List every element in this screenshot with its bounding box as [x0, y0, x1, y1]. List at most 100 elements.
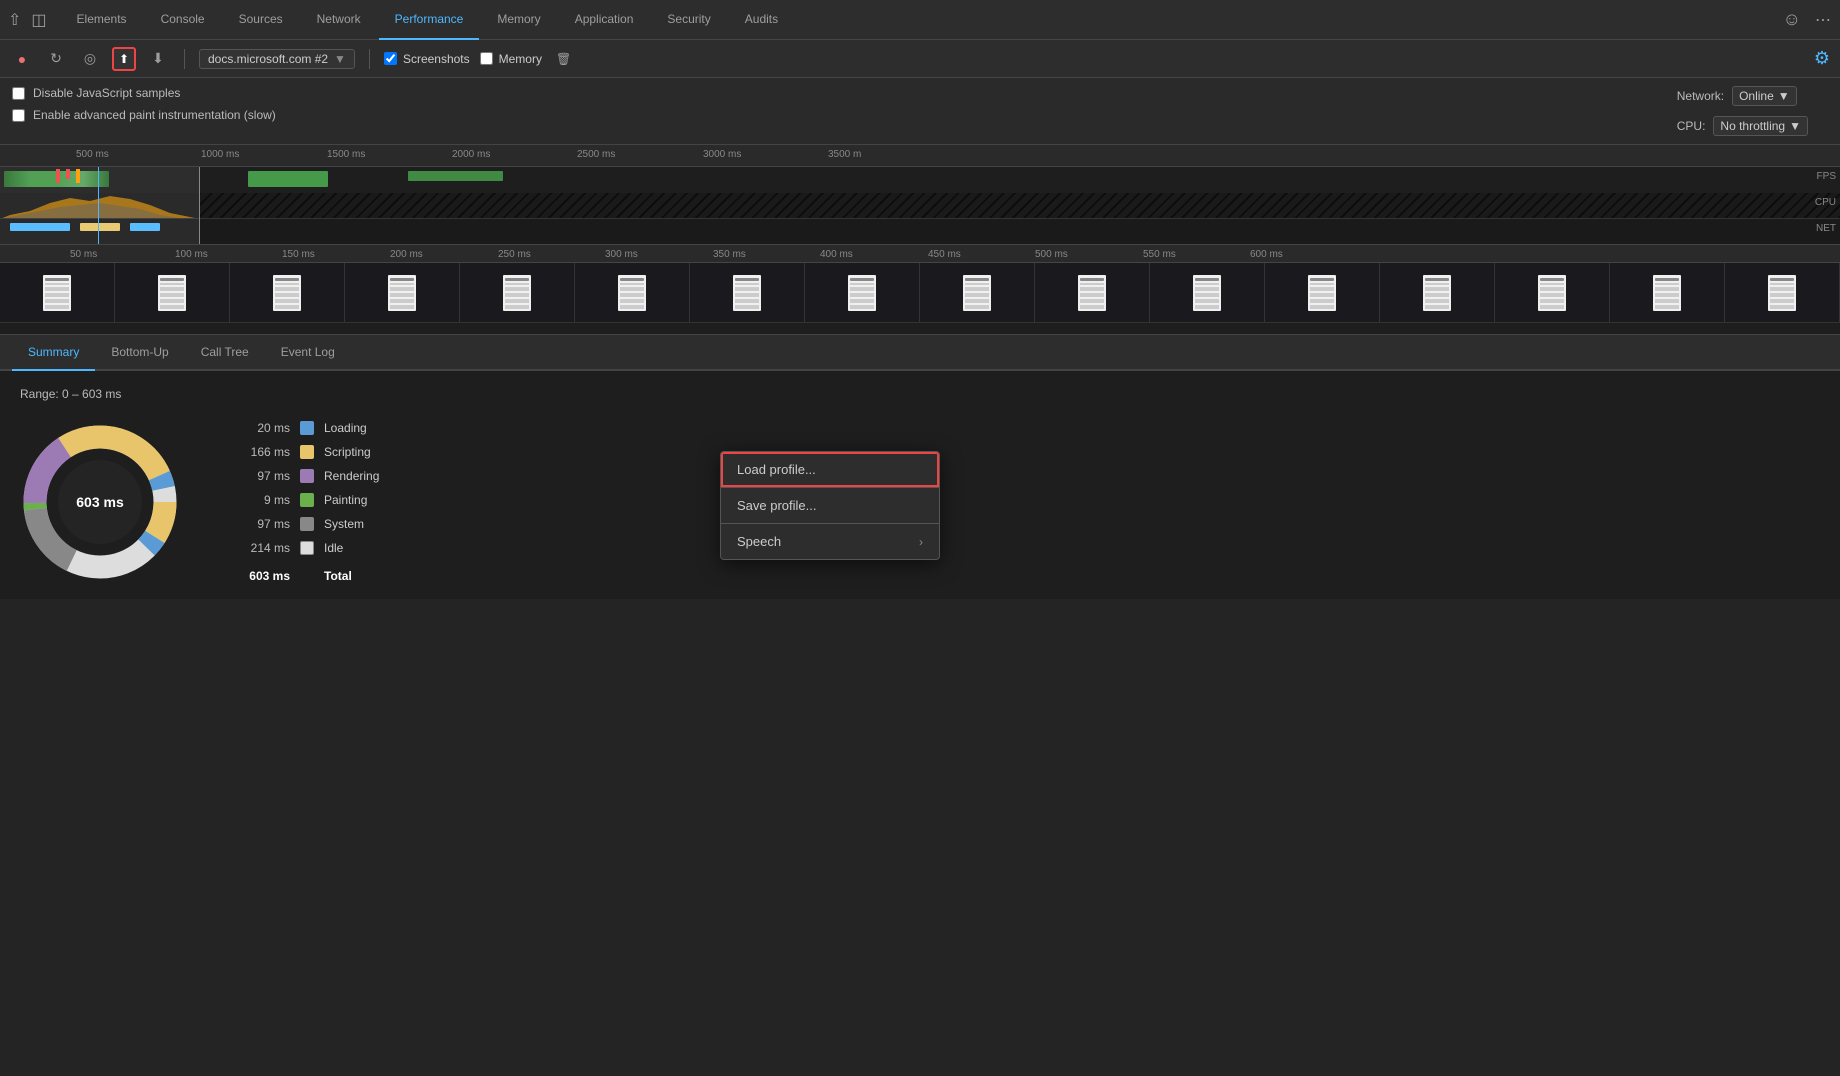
net-label-track: NET: [1816, 223, 1836, 234]
d-tick-400ms: 400 ms: [820, 249, 853, 260]
tab-application[interactable]: Application: [559, 0, 650, 40]
loading-value: 20 ms: [240, 421, 290, 435]
legend-scripting: 166 ms Scripting: [240, 445, 379, 459]
url-text: docs.microsoft.com #2: [208, 52, 328, 66]
tab-bottom-up[interactable]: Bottom-Up: [95, 335, 184, 371]
more-icon[interactable]: ⋯: [1815, 10, 1832, 30]
d-tick-450ms: 450 ms: [928, 249, 961, 260]
net-track: NET: [0, 219, 1840, 245]
tab-event-log[interactable]: Event Log: [265, 335, 351, 371]
tick-3000ms: 3000 ms: [703, 149, 741, 160]
timeline-cursor: [98, 167, 99, 245]
legend-loading: 20 ms Loading: [240, 421, 379, 435]
network-select[interactable]: Online ▼: [1732, 86, 1797, 106]
screenshot-16: [1725, 263, 1840, 322]
d-tick-500ms: 500 ms: [1035, 249, 1068, 260]
tab-call-tree[interactable]: Call Tree: [185, 335, 265, 371]
system-value: 97 ms: [240, 517, 290, 531]
legend-total-row: 603 ms Total: [240, 569, 379, 583]
selection-region: [0, 167, 200, 245]
cpu-label: CPU:: [1677, 119, 1706, 133]
range-label: Range: 0 – 603 ms: [20, 387, 1820, 401]
screenshot-1: [0, 263, 115, 322]
d-tick-50ms: 50 ms: [70, 249, 97, 260]
tab-summary[interactable]: Summary: [12, 335, 95, 371]
screenshots-checkbox-group: Screenshots: [384, 52, 470, 66]
context-menu: Load profile... Save profile... Speech ›: [720, 451, 940, 560]
trash-icon[interactable]: 🗑: [556, 52, 571, 66]
tab-performance[interactable]: Performance: [379, 0, 480, 40]
tab-sources[interactable]: Sources: [223, 0, 299, 40]
tab-audits[interactable]: Audits: [729, 0, 794, 40]
loading-name: Loading: [324, 421, 367, 435]
download-button[interactable]: ⬇: [146, 47, 170, 71]
sep1: [184, 49, 185, 69]
chevron-right-icon: ›: [919, 535, 923, 549]
enable-paint-checkbox[interactable]: [12, 109, 25, 122]
legend-painting: 9 ms Painting: [240, 493, 379, 507]
url-dropdown-icon[interactable]: ▼: [334, 52, 346, 66]
d-tick-550ms: 550 ms: [1143, 249, 1176, 260]
legend-idle: 214 ms Idle: [240, 541, 379, 555]
fps-label: FPS: [1817, 171, 1836, 182]
hatch-overlay: [200, 193, 1840, 218]
tick-1000ms: 1000 ms: [201, 149, 239, 160]
enable-paint-option: Enable advanced paint instrumentation (s…: [12, 108, 1677, 122]
screenshot-2: [115, 263, 230, 322]
tick-1500ms: 1500 ms: [327, 149, 365, 160]
timeline-ruler: 500 ms 1000 ms 1500 ms 2000 ms 2500 ms 3…: [0, 145, 1840, 167]
device-icon[interactable]: ◫: [31, 10, 46, 30]
context-menu-speech[interactable]: Speech ›: [721, 524, 939, 559]
analysis-tabs: Summary Bottom-Up Call Tree Event Log: [0, 335, 1840, 371]
smiley-icon[interactable]: ☺: [1783, 9, 1801, 30]
tab-memory[interactable]: Memory: [481, 0, 556, 40]
d-tick-350ms: 350 ms: [713, 249, 746, 260]
d-tick-250ms: 250 ms: [498, 249, 531, 260]
idle-name: Idle: [324, 541, 343, 555]
memory-label: Memory: [499, 52, 542, 66]
disable-js-checkbox[interactable]: [12, 87, 25, 100]
timeline-overview[interactable]: 500 ms 1000 ms 1500 ms 2000 ms 2500 ms 3…: [0, 145, 1840, 245]
cpu-track: CPU: [0, 193, 1840, 219]
tick-500ms: 500 ms: [76, 149, 109, 160]
gear-icon[interactable]: ⚙: [1814, 48, 1830, 69]
loading-swatch: [300, 421, 314, 435]
screenshot-6: [575, 263, 690, 322]
screenshot-3: [230, 263, 345, 322]
tab-network[interactable]: Network: [301, 0, 377, 40]
context-menu-load-profile[interactable]: Load profile...: [721, 452, 939, 487]
screenshot-8: [805, 263, 920, 322]
screenshot-10: [1035, 263, 1150, 322]
screenshot-14: [1495, 263, 1610, 322]
timeline-tracks: FPS CPU NET: [0, 167, 1840, 245]
total-label: Total: [324, 569, 352, 583]
toolbar: ● ↻ ◎ ⬆ ⬇ docs.microsoft.com #2 ▼ Screen…: [0, 40, 1840, 78]
upload-button[interactable]: ⬆: [112, 47, 136, 71]
reload-button[interactable]: ↻: [44, 47, 68, 71]
painting-swatch: [300, 493, 314, 507]
tab-console[interactable]: Console: [145, 0, 221, 40]
screenshot-15: [1610, 263, 1725, 322]
record-button[interactable]: ●: [10, 47, 34, 71]
scripting-name: Scripting: [324, 445, 371, 459]
d-tick-300ms: 300 ms: [605, 249, 638, 260]
clear-button[interactable]: ◎: [78, 47, 102, 71]
fps-track: FPS: [0, 167, 1840, 193]
cpu-select[interactable]: No throttling ▼: [1713, 116, 1808, 136]
context-menu-save-profile[interactable]: Save profile...: [721, 488, 939, 523]
memory-checkbox[interactable]: [480, 52, 493, 65]
main-content: Range: 0 – 603 ms 603 ms 20 ms: [0, 371, 1840, 599]
tab-security[interactable]: Security: [651, 0, 726, 40]
system-name: System: [324, 517, 364, 531]
rendering-swatch: [300, 469, 314, 483]
network-dropdown-icon: ▼: [1778, 89, 1790, 103]
idle-value: 214 ms: [240, 541, 290, 555]
tick-3500ms: 3500 m: [828, 149, 861, 160]
scripting-swatch: [300, 445, 314, 459]
tick-2500ms: 2500 ms: [577, 149, 615, 160]
cursor-icon[interactable]: ⇧: [8, 10, 21, 30]
detail-timeline[interactable]: 50 ms 100 ms 150 ms 200 ms 250 ms 300 ms…: [0, 245, 1840, 335]
screenshots-checkbox[interactable]: [384, 52, 397, 65]
tab-elements[interactable]: Elements: [61, 0, 143, 40]
enable-paint-label: Enable advanced paint instrumentation (s…: [33, 108, 276, 122]
